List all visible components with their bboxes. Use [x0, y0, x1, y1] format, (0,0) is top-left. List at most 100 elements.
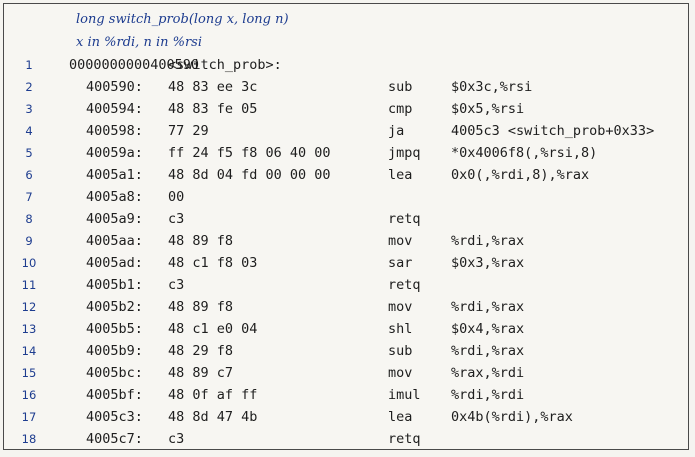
instruction-bytes: 48 29 f8 — [168, 343, 234, 359]
instruction-bytes: 48 83 fe 05 — [168, 101, 258, 117]
line-number: 11 — [21, 278, 37, 292]
instruction-mnemonic: mov — [388, 365, 413, 381]
line-number: 18 — [21, 432, 37, 446]
instruction-address: 4005b5: — [86, 321, 143, 337]
code-line-17: 17 4005c3: 48 8d 47 4b lea 0x4b(%rdi),%rax — [4, 406, 690, 428]
instruction-address: 400594: — [86, 101, 143, 117]
line-number: 13 — [21, 322, 37, 336]
code-line-16: 16 4005bf: 48 0f af ff imul %rdi,%rdi — [4, 384, 690, 406]
instruction-mnemonic: lea — [388, 409, 413, 425]
code-line-18: 18 4005c7: c3 retq — [4, 428, 690, 450]
line-number: 3 — [25, 102, 33, 116]
line-number: 15 — [21, 366, 37, 380]
line-number: 1 — [25, 58, 33, 72]
code-line-9: 9 4005aa: 48 89 f8 mov %rdi,%rax — [4, 230, 690, 252]
instruction-bytes: 48 89 f8 — [168, 233, 234, 249]
code-line-11: 11 4005b1: c3 retq — [4, 274, 690, 296]
line-number: 7 — [25, 190, 33, 204]
instruction-address: 40059a: — [86, 145, 143, 161]
instruction-bytes: 48 0f af ff — [168, 387, 258, 403]
instruction-bytes: 48 8d 04 fd 00 00 00 — [168, 167, 331, 183]
instruction-operands: %rdi,%rax — [451, 343, 525, 359]
instruction-mnemonic: retq — [388, 431, 421, 447]
instruction-bytes: 77 29 — [168, 123, 209, 139]
function-signature-comment: long switch_prob(long x, long n) — [76, 12, 289, 27]
instruction-mnemonic: cmp — [388, 101, 413, 117]
instruction-operands: %rdi,%rax — [451, 233, 525, 249]
line-number: 8 — [25, 212, 33, 226]
instruction-operands: $0x4,%rax — [451, 321, 525, 337]
line-number: 4 — [25, 124, 33, 138]
instruction-mnemonic: retq — [388, 211, 421, 227]
instruction-address: 400590: — [86, 79, 143, 95]
instruction-operands: $0x3,%rax — [451, 255, 525, 271]
instruction-bytes: c3 — [168, 211, 185, 227]
instruction-address: 4005b9: — [86, 343, 143, 359]
instruction-operands: 0x0(,%rdi,8),%rax — [451, 167, 590, 183]
line-number: 12 — [21, 300, 37, 314]
instruction-mnemonic: sub — [388, 79, 413, 95]
instruction-address: 4005a1: — [86, 167, 143, 183]
code-line-3: 3 400594: 48 83 fe 05 cmp $0x5,%rsi — [4, 98, 690, 120]
instruction-operands: $0x5,%rsi — [451, 101, 525, 117]
instruction-bytes: 48 89 f8 — [168, 299, 234, 315]
instruction-address: 4005bc: — [86, 365, 143, 381]
code-line-5: 5 40059a: ff 24 f5 f8 06 40 00 jmpq *0x4006f… — [4, 142, 690, 164]
instruction-operands: $0x3c,%rsi — [451, 79, 533, 95]
instruction-mnemonic: jmpq — [388, 145, 421, 161]
instruction-bytes: 48 c1 e0 04 — [168, 321, 258, 337]
line-number: 9 — [25, 234, 33, 248]
code-line-13: 13 4005b5: 48 c1 e0 04 shl $0x4,%rax — [4, 318, 690, 340]
instruction-operands: *0x4006f8(,%rsi,8) — [451, 145, 598, 161]
instruction-mnemonic: ja — [388, 123, 405, 139]
instruction-bytes: 48 83 ee 3c — [168, 79, 258, 95]
code-line-8: 8 4005a9: c3 retq — [4, 208, 690, 230]
instruction-address: 4005b2: — [86, 299, 143, 315]
instruction-bytes: 48 89 c7 — [168, 365, 234, 381]
instruction-bytes: 48 8d 47 4b — [168, 409, 258, 425]
register-mapping-comment: x in %rdi, n in %rsi — [76, 35, 203, 50]
instruction-operands: %rax,%rdi — [451, 365, 525, 381]
instruction-mnemonic: mov — [388, 233, 413, 249]
instruction-address: 4005bf: — [86, 387, 143, 403]
line-number: 10 — [21, 256, 37, 270]
instruction-operands: %rdi,%rdi — [451, 387, 525, 403]
instruction-address: 4005c3: — [86, 409, 143, 425]
code-line-15: 15 4005bc: 48 89 c7 mov %rax,%rdi — [4, 362, 690, 384]
instruction-bytes: ff 24 f5 f8 06 40 00 — [168, 145, 331, 161]
instruction-mnemonic: sub — [388, 343, 413, 359]
instruction-bytes: 48 c1 f8 03 — [168, 255, 258, 271]
code-line-14: 14 4005b9: 48 29 f8 sub %rdi,%rax — [4, 340, 690, 362]
instruction-mnemonic: shl — [388, 321, 413, 337]
instruction-mnemonic: imul — [388, 387, 421, 403]
instruction-address: 4005aa: — [86, 233, 143, 249]
line-number: 5 — [25, 146, 33, 160]
instruction-address: 4005a8: — [86, 189, 143, 205]
line-number: 17 — [21, 410, 37, 424]
instruction-operands: 0x4b(%rdi),%rax — [451, 409, 573, 425]
code-line-2: 2 400590: 48 83 ee 3c sub $0x3c,%rsi — [4, 76, 690, 98]
instruction-bytes: 00 — [168, 189, 185, 205]
code-line-12: 12 4005b2: 48 89 f8 mov %rdi,%rax — [4, 296, 690, 318]
instruction-address: 4005b1: — [86, 277, 143, 293]
instruction-bytes: c3 — [168, 431, 185, 447]
instruction-address: 400598: — [86, 123, 143, 139]
instruction-address: 4005a9: — [86, 211, 143, 227]
instruction-mnemonic: lea — [388, 167, 413, 183]
instruction-address: 4005ad: — [86, 255, 143, 271]
code-line-10: 10 4005ad: 48 c1 f8 03 sar $0x3,%rax — [4, 252, 690, 274]
instruction-mnemonic: mov — [388, 299, 413, 315]
code-listing-frame: long switch_prob(long x, long n) x in %r… — [3, 3, 689, 450]
code-line-7: 7 4005a8: 00 — [4, 186, 690, 208]
instruction-operands: 4005c3 <switch_prob+0x33> — [451, 123, 655, 139]
instruction-address: 4005c7: — [86, 431, 143, 447]
instruction-mnemonic: retq — [388, 277, 421, 293]
code-line-1: 1 0000000000400590 <switch_prob>: — [4, 54, 690, 76]
line-number: 2 — [25, 80, 33, 94]
function-label: <switch_prob>: — [168, 57, 282, 73]
instruction-mnemonic: sar — [388, 255, 413, 271]
line-number: 6 — [25, 168, 33, 182]
instruction-operands: %rdi,%rax — [451, 299, 525, 315]
line-number: 16 — [21, 388, 37, 402]
line-number: 14 — [21, 344, 37, 358]
